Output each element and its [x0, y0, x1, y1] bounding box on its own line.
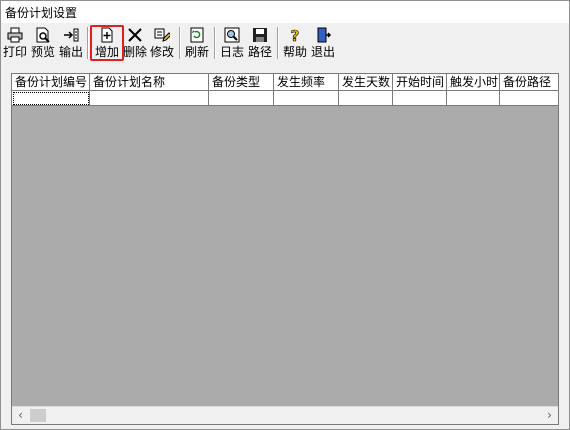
print-button[interactable]: 打印	[3, 25, 27, 61]
delete-button[interactable]: 删除	[123, 25, 147, 61]
delete-icon	[123, 27, 147, 45]
table-cell[interactable]	[90, 91, 209, 106]
table-cell[interactable]	[339, 91, 393, 106]
table-cell[interactable]	[393, 91, 447, 106]
column-header-plan-name[interactable]: 备份计划名称	[90, 74, 209, 91]
toolbar: 打印 预览 输出 增加 删除 修改 刷新 日志 路径 ? 帮助 退出	[1, 23, 569, 63]
toolbar-separator	[277, 27, 279, 59]
export-button[interactable]: 输出	[59, 25, 83, 61]
log-button[interactable]: 日志	[220, 25, 244, 61]
scroll-thumb[interactable]	[30, 409, 46, 422]
table-cell[interactable]	[447, 91, 500, 106]
column-header-trigger-hour[interactable]: 触发小时	[447, 74, 500, 91]
refresh-button[interactable]: 刷新	[185, 25, 209, 61]
help-icon: ?	[283, 27, 307, 45]
column-header-backup-path[interactable]: 备份路径	[500, 74, 558, 91]
exit-icon	[311, 27, 335, 45]
log-icon	[220, 27, 244, 45]
scroll-left-icon[interactable]: ‹	[12, 407, 29, 424]
exit-button[interactable]: 退出	[311, 25, 335, 61]
export-icon	[59, 27, 83, 45]
column-header-backup-type[interactable]: 备份类型	[209, 74, 274, 91]
edit-icon	[150, 27, 174, 45]
svg-text:?: ?	[291, 27, 300, 43]
printer-icon	[3, 27, 27, 45]
help-button[interactable]: ? 帮助	[283, 25, 307, 61]
backup-plan-window: 备份计划设置 打印 预览 输出 增加 删除 修改 刷新 日志 路径 ? 帮助 退…	[0, 0, 570, 430]
preview-button[interactable]: 预览	[31, 25, 55, 61]
column-header-start-time[interactable]: 开始时间	[393, 74, 447, 91]
column-header-plan-id[interactable]: 备份计划编号	[12, 74, 90, 91]
toolbar-separator	[87, 27, 89, 59]
refresh-icon	[185, 27, 209, 45]
column-header-frequency[interactable]: 发生频率	[274, 74, 339, 91]
toolbar-separator	[214, 27, 216, 59]
toolbar-separator	[179, 27, 181, 59]
save-path-icon	[248, 27, 272, 45]
window-title: 备份计划设置	[5, 6, 78, 20]
column-header-days[interactable]: 发生天数	[339, 74, 393, 91]
table-cell-selected[interactable]	[12, 91, 90, 106]
backup-plan-table[interactable]: 备份计划编号 备份计划名称 备份类型 发生频率 发生天数 开始时间 触发小时 备…	[11, 73, 559, 425]
scroll-right-icon[interactable]: ›	[541, 407, 558, 424]
add-button-highlight	[90, 25, 124, 61]
table-cell[interactable]	[274, 91, 339, 106]
path-button[interactable]: 路径	[248, 25, 272, 61]
edit-button[interactable]: 修改	[150, 25, 174, 61]
table-cell[interactable]	[209, 91, 274, 106]
title-bar: 备份计划设置	[1, 1, 569, 23]
table-cell[interactable]	[500, 91, 558, 106]
preview-icon	[31, 27, 55, 45]
horizontal-scrollbar[interactable]: ‹ ›	[12, 406, 558, 424]
